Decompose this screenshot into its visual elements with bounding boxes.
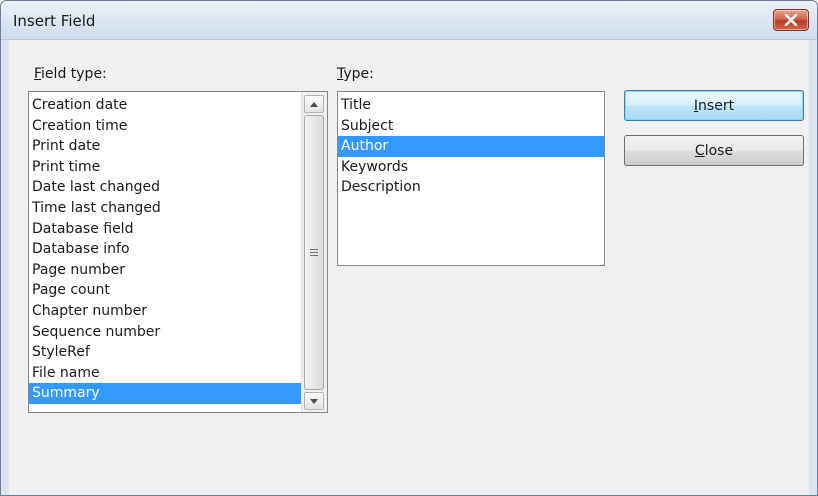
insert-button[interactable]: Insert [624, 90, 804, 121]
title-bar[interactable]: Insert Field [1, 1, 817, 40]
field-type-list-item[interactable]: Chapter number [29, 301, 301, 322]
type-items: Title Subject Author Keywords Description [338, 95, 604, 198]
close-button[interactable]: Close [624, 135, 804, 166]
field-type-items: Creation date Creation time Print date Prin… [29, 95, 301, 404]
field-type-list-item[interactable]: Summary [29, 383, 301, 404]
type-list-item[interactable]: Title [338, 95, 604, 116]
field-type-list-item[interactable]: Page count [29, 280, 301, 301]
dialog-title: Insert Field [13, 12, 96, 30]
field-type-list-item[interactable]: Creation time [29, 116, 301, 137]
scroll-up-button[interactable] [304, 95, 324, 113]
field-type-scrollbar[interactable] [301, 92, 327, 412]
field-type-list-item[interactable]: Database field [29, 219, 301, 240]
field-type-list-item[interactable]: Creation date [29, 95, 301, 116]
field-type-list-item[interactable]: File name [29, 363, 301, 384]
field-type-list-item[interactable]: Page number [29, 260, 301, 281]
scroll-down-button[interactable] [304, 392, 324, 410]
field-type-listbox[interactable]: Creation date Creation time Print date Prin… [28, 91, 328, 413]
scroll-thumb[interactable] [304, 115, 324, 390]
scroll-down-arrow-icon [310, 398, 318, 404]
field-type-label: Field type: [34, 66, 107, 82]
insert-field-dialog: Insert Field Field type: Creation date Cr… [0, 0, 818, 496]
scroll-up-arrow-icon [310, 101, 318, 107]
type-list-item[interactable]: Subject [338, 116, 604, 137]
scroll-grip-icon [310, 249, 318, 256]
type-list-item[interactable]: Description [338, 177, 604, 198]
type-listbox[interactable]: Title Subject Author Keywords Description [337, 91, 605, 266]
field-type-list-item[interactable]: Date last changed [29, 177, 301, 198]
field-type-list-item[interactable]: StyleRef [29, 342, 301, 363]
dialog-body: Field type: Creation date Creation time Pr… [1, 40, 817, 495]
type-list-item[interactable]: Keywords [338, 157, 604, 178]
field-type-list-item[interactable]: Database info [29, 239, 301, 260]
field-type-list-item[interactable]: Sequence number [29, 322, 301, 343]
field-type-list-item[interactable]: Time last changed [29, 198, 301, 219]
close-x-icon [784, 14, 798, 26]
field-type-list-item[interactable]: Print time [29, 157, 301, 178]
type-label: Type: [337, 66, 374, 82]
field-type-list-item[interactable]: Print date [29, 136, 301, 157]
type-list-item[interactable]: Author [338, 136, 604, 157]
title-close-button[interactable] [773, 9, 809, 31]
